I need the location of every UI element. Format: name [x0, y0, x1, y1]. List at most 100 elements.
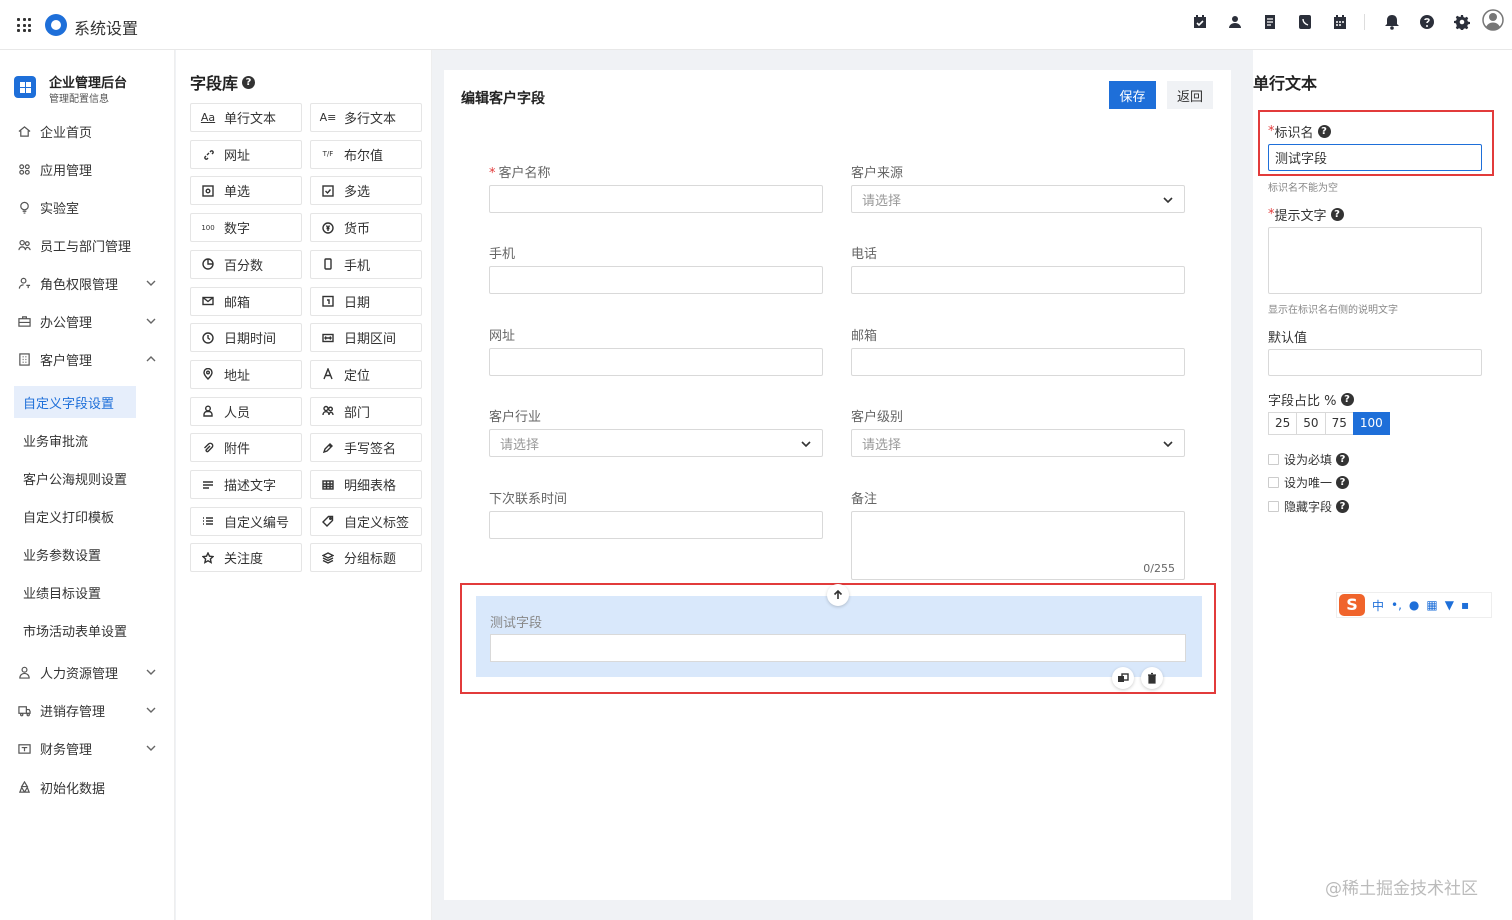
- field-type-custom-tag[interactable]: 自定义标签: [310, 506, 422, 536]
- sidebar-subitem-print-templates[interactable]: 自定义打印模板: [14, 500, 114, 532]
- sidebar-subitem-custom-fields[interactable]: 自定义字段设置: [14, 386, 136, 418]
- next-contact-input[interactable]: [489, 511, 823, 539]
- placeholder-textarea[interactable]: [1268, 227, 1482, 294]
- sidebar-subitem-campaign-forms[interactable]: 市场活动表单设置: [14, 614, 127, 646]
- field-type-datetime[interactable]: 日期时间: [190, 323, 302, 353]
- ratio-option-25[interactable]: 25: [1268, 412, 1298, 435]
- new-field-card[interactable]: 测试字段: [476, 596, 1202, 677]
- mobile-input[interactable]: [489, 266, 823, 294]
- help-icon[interactable]: [1419, 14, 1435, 30]
- phone-book-icon[interactable]: [1297, 14, 1313, 30]
- level-select[interactable]: 请选择: [851, 429, 1185, 457]
- field-type-currency[interactable]: 货币: [310, 213, 422, 243]
- document-icon[interactable]: [1262, 14, 1278, 30]
- help-icon[interactable]: ?: [1336, 453, 1350, 466]
- field-type-multi-line-text[interactable]: A≡ 多行文本: [310, 103, 422, 132]
- sidebar-item-office[interactable]: 办公管理: [0, 305, 175, 337]
- ratio-option-100[interactable]: 100: [1352, 412, 1390, 435]
- microphone-icon[interactable]: ●: [1409, 598, 1419, 612]
- field-type-single-line-text[interactable]: Aa 单行文本: [190, 103, 302, 132]
- unique-checkbox[interactable]: 设为唯一?: [1268, 474, 1350, 491]
- task-check-icon[interactable]: [1192, 14, 1208, 30]
- save-button[interactable]: 保存: [1109, 81, 1156, 109]
- field-type-date[interactable]: 日期: [310, 286, 422, 316]
- default-value-input[interactable]: [1268, 349, 1482, 376]
- ratio-option-50[interactable]: 50: [1296, 412, 1326, 435]
- gear-icon[interactable]: [1454, 14, 1470, 30]
- customer-name-input[interactable]: [489, 185, 823, 213]
- chevron-down-icon[interactable]: [145, 277, 157, 289]
- field-type-url[interactable]: 网址: [190, 139, 302, 169]
- chevron-down-icon[interactable]: [145, 742, 157, 754]
- checkbox[interactable]: [1268, 477, 1279, 488]
- chevron-down-icon[interactable]: [145, 666, 157, 678]
- sidebar-item-hr[interactable]: 人力资源管理: [0, 656, 175, 688]
- new-field-dropzone[interactable]: 测试字段: [460, 583, 1216, 694]
- sidebar-item-home[interactable]: 企业首页: [0, 115, 175, 147]
- field-type-mobile[interactable]: 手机: [310, 249, 422, 279]
- help-icon[interactable]: ?: [1336, 476, 1350, 489]
- help-icon[interactable]: ?: [242, 75, 256, 89]
- industry-select[interactable]: 请选择: [489, 429, 823, 457]
- field-type-attachment[interactable]: 附件: [190, 433, 302, 463]
- chevron-down-icon[interactable]: [145, 315, 157, 327]
- field-type-custom-number[interactable]: 自定义编号: [190, 506, 302, 536]
- field-type-signature[interactable]: 手写签名: [310, 433, 422, 463]
- help-icon[interactable]: ?: [1336, 500, 1350, 513]
- email-input[interactable]: [851, 348, 1185, 376]
- sidebar-subitem-business-params[interactable]: 业务参数设置: [14, 538, 101, 570]
- website-input[interactable]: [489, 348, 823, 376]
- bell-icon[interactable]: [1384, 14, 1400, 30]
- back-button[interactable]: 返回: [1167, 81, 1213, 109]
- chevron-up-icon[interactable]: [145, 353, 157, 365]
- field-type-date-range[interactable]: 日期区间: [310, 323, 422, 353]
- field-type-department[interactable]: 部门: [310, 396, 422, 426]
- keyboard-icon[interactable]: ▦: [1426, 598, 1437, 612]
- sidebar-item-customers[interactable]: 客户管理: [0, 343, 175, 375]
- sidebar-subitem-approval-flow[interactable]: 业务审批流: [14, 424, 88, 456]
- field-type-attention-level[interactable]: 关注度: [190, 543, 302, 573]
- ime-toolbar[interactable]: S 中 •, ● ▦ ▼ ▪: [1336, 592, 1492, 618]
- phone-input[interactable]: [851, 266, 1185, 294]
- checkbox[interactable]: [1268, 501, 1279, 512]
- sidebar-item-finance[interactable]: 财务管理: [0, 732, 175, 764]
- sidebar-item-staff[interactable]: 员工与部门管理: [0, 229, 175, 261]
- sogou-logo-icon[interactable]: S: [1339, 594, 1365, 616]
- checkbox[interactable]: [1268, 454, 1279, 465]
- field-type-address[interactable]: 地址: [190, 359, 302, 389]
- field-type-email[interactable]: 邮箱: [190, 286, 302, 316]
- sidebar-item-lab[interactable]: 实验室: [0, 191, 175, 223]
- field-type-boolean[interactable]: T/F 布尔值: [310, 139, 422, 169]
- help-icon[interactable]: ?: [1317, 125, 1331, 138]
- hidden-checkbox[interactable]: 隐藏字段?: [1268, 498, 1350, 515]
- field-type-single-select[interactable]: 单选: [190, 176, 302, 206]
- field-type-group-title[interactable]: 分组标题: [310, 543, 422, 573]
- toolbox-icon[interactable]: ▪: [1461, 598, 1469, 612]
- ime-punctuation[interactable]: •,: [1391, 598, 1402, 612]
- field-type-location[interactable]: 定位: [310, 359, 422, 389]
- sidebar-item-inventory[interactable]: 进销存管理: [0, 694, 175, 726]
- ime-mode[interactable]: 中: [1372, 597, 1384, 614]
- help-icon[interactable]: ?: [1330, 208, 1344, 221]
- required-checkbox[interactable]: 设为必填?: [1268, 451, 1350, 468]
- field-type-percentage[interactable]: 百分数: [190, 249, 302, 279]
- sidebar-item-roles[interactable]: 角色权限管理: [0, 267, 175, 299]
- calendar-icon[interactable]: [1332, 14, 1348, 30]
- skin-icon[interactable]: ▼: [1445, 598, 1454, 612]
- copy-icon[interactable]: [1112, 667, 1134, 689]
- sidebar-subitem-public-pool-rules[interactable]: 客户公海规则设置: [14, 462, 127, 494]
- contact-person-icon[interactable]: [1227, 14, 1243, 30]
- field-type-multi-select[interactable]: 多选: [310, 176, 422, 206]
- field-type-detail-table[interactable]: 明细表格: [310, 470, 422, 499]
- move-up-icon[interactable]: [827, 584, 849, 606]
- field-type-number[interactable]: 100 数字: [190, 213, 302, 243]
- help-icon[interactable]: ?: [1340, 393, 1354, 406]
- customer-source-select[interactable]: 请选择: [851, 185, 1185, 213]
- name-input[interactable]: 测试字段: [1268, 144, 1482, 171]
- sidebar-item-apps[interactable]: 应用管理: [0, 153, 175, 185]
- apps-grid-icon[interactable]: [17, 18, 31, 32]
- sidebar-item-init-data[interactable]: 初始化数据: [0, 771, 175, 803]
- chevron-down-icon[interactable]: [145, 704, 157, 716]
- new-field-input[interactable]: [490, 634, 1186, 662]
- ratio-option-75[interactable]: 75: [1324, 412, 1354, 435]
